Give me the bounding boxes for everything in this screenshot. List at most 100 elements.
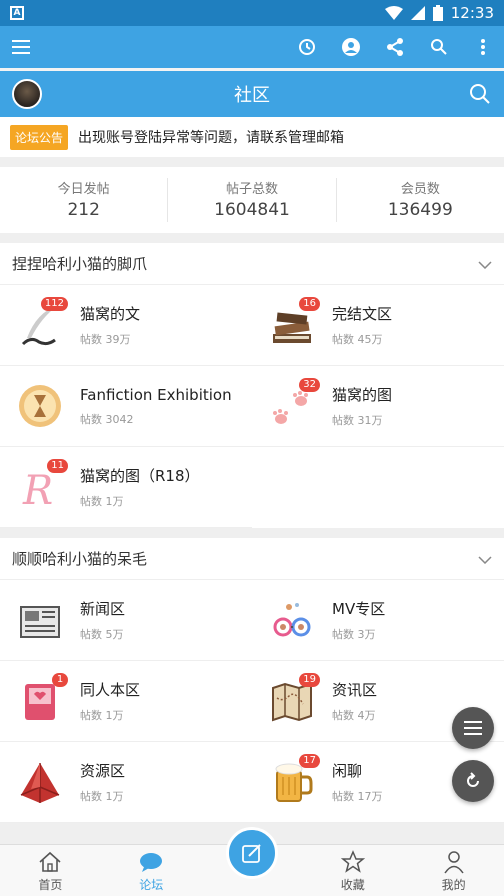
nav-label: 我的	[441, 878, 466, 892]
unread-badge: 112	[40, 297, 68, 311]
stat-value: 136499	[387, 200, 453, 220]
forum-section: 顺顺哈利小猫的呆毛 新闻区帖数 5万 MV专区帖数 3万 1 同人本区帖数 1万	[0, 538, 504, 823]
battery-icon	[432, 5, 443, 21]
user-icon	[443, 848, 465, 876]
share-icon[interactable]	[384, 36, 406, 58]
unread-badge: 17	[299, 754, 320, 768]
forum-count: 帖数 45万	[332, 333, 383, 346]
unread-badge: 19	[299, 673, 320, 687]
section-header[interactable]: 捏捏哈利小猫的脚爪	[0, 243, 504, 285]
book-heart-icon: 1	[14, 673, 68, 727]
home-icon	[38, 848, 62, 876]
stat-total-posts: 帖子总数 1604841	[168, 178, 337, 222]
search-icon[interactable]	[468, 82, 492, 110]
forum-count: 帖数 4万	[332, 709, 376, 722]
forum-item[interactable]: 32 猫窝的图 帖数 31万	[252, 366, 504, 447]
beer-mug-icon: 17	[266, 754, 320, 808]
forum-name: 同人本区	[80, 681, 141, 699]
avatar[interactable]	[12, 79, 42, 109]
nav-forum[interactable]: 论坛	[101, 845, 202, 896]
forum-count: 帖数 3042	[80, 412, 134, 426]
newspaper-icon	[14, 594, 66, 646]
nav-label: 论坛	[139, 878, 164, 892]
section-header[interactable]: 顺顺哈利小猫的呆毛	[0, 538, 504, 580]
forum-count: 帖数 1万	[80, 495, 124, 508]
forum-count: 帖数 1万	[80, 709, 124, 722]
forum-name: MV专区	[332, 600, 386, 618]
clock: 12:33	[450, 4, 494, 22]
forum-item[interactable]: 资源区帖数 1万	[0, 742, 252, 823]
announcement-text: 出现账号登陆异常等问题，请联系管理邮箱	[78, 130, 345, 146]
stat-label: 会员数	[400, 182, 440, 197]
refresh-fab-button[interactable]	[452, 760, 494, 802]
edit-icon	[242, 844, 261, 863]
wifi-icon	[384, 6, 403, 20]
quill-icon: 112	[14, 297, 68, 351]
forum-item[interactable]: MV专区帖数 3万	[252, 580, 504, 661]
nav-profile[interactable]: 我的	[403, 845, 504, 896]
stat-value: 1604841	[214, 200, 290, 220]
bottom-nav: 首页 论坛 收藏 我的	[0, 827, 504, 896]
page-header: 社区	[0, 71, 504, 117]
status-bar: A 12:33	[0, 0, 504, 26]
forum-count: 帖数 3万	[332, 628, 376, 641]
forum-name: 猫窝的文	[80, 305, 141, 323]
forum-name: 完结文区	[332, 305, 393, 323]
forum-name: 资讯区	[332, 681, 378, 699]
forum-count: 帖数 17万	[332, 790, 383, 803]
menu-fab-button[interactable]	[452, 707, 494, 749]
nav-label: 首页	[38, 878, 63, 892]
forum-count: 帖数 31万	[332, 414, 383, 427]
stat-today-posts: 今日发帖 212	[0, 178, 169, 222]
section-title: 捏捏哈利小猫的脚爪	[12, 255, 148, 273]
forum-item[interactable]: 新闻区帖数 5万	[0, 580, 252, 661]
account-icon[interactable]	[340, 36, 362, 58]
glasses-icon	[266, 594, 318, 646]
nav-label: 收藏	[340, 878, 365, 892]
hourglass-icon	[14, 380, 66, 432]
menu-icon[interactable]	[10, 36, 32, 58]
stat-members: 会员数 136499	[337, 178, 504, 222]
more-vert-icon[interactable]	[472, 36, 494, 58]
stat-value: 212	[67, 200, 100, 220]
forum-count: 帖数 39万	[80, 333, 131, 346]
notification-icon: A	[10, 6, 24, 20]
chevron-down-icon[interactable]	[478, 255, 492, 273]
forum-name: 资源区	[80, 762, 126, 780]
svg-text:R: R	[22, 468, 53, 510]
forum-item[interactable]: Fanfiction Exhibition 帖数 3042	[0, 366, 252, 447]
forum-item[interactable]: 112 猫窝的文帖数 39万	[0, 285, 252, 366]
forum-name: 闲聊	[332, 762, 363, 780]
forum-name: Fanfiction Exhibition	[80, 385, 232, 404]
books-icon: 16	[266, 297, 320, 351]
forum-item[interactable]: R 11 猫窝的图（R18） 帖数 1万	[0, 447, 252, 528]
unread-badge: 11	[47, 459, 68, 473]
forum-item[interactable]: 16 完结文区帖数 45万	[252, 285, 504, 366]
stats-panel: 今日发帖 212 帖子总数 1604841 会员数 136499	[0, 167, 504, 233]
paw-icon: 32	[266, 378, 320, 432]
forum-count: 帖数 5万	[80, 628, 124, 641]
announcement-bar[interactable]: 论坛公告 出现账号登陆异常等问题，请联系管理邮箱	[0, 117, 504, 157]
forum-name: 新闻区	[80, 600, 126, 618]
unread-badge: 1	[52, 673, 68, 687]
compose-button[interactable]	[226, 827, 278, 879]
stat-label: 帖子总数	[225, 182, 278, 197]
forum-section: 捏捏哈利小猫的脚爪 112 猫窝的文帖数 39万 16 完结文区帖数 45万 F…	[0, 243, 504, 528]
stat-label: 今日发帖	[57, 182, 110, 197]
section-title: 顺顺哈利小猫的呆毛	[12, 550, 148, 568]
gem-icon	[14, 756, 66, 808]
nav-favorites[interactable]: 收藏	[302, 845, 403, 896]
announcement-tag: 论坛公告	[10, 124, 69, 150]
chat-bubble-icon	[138, 848, 164, 876]
forum-item[interactable]: 1 同人本区帖数 1万	[0, 661, 252, 742]
signal-icon	[410, 6, 425, 20]
page-title: 社区	[234, 85, 270, 106]
forum-count: 帖数 1万	[80, 790, 124, 803]
search-icon[interactable]	[428, 36, 450, 58]
chevron-down-icon[interactable]	[478, 550, 492, 568]
top-toolbar	[0, 26, 504, 68]
nav-home[interactable]: 首页	[0, 845, 101, 896]
forum-name: 猫窝的图（R18）	[80, 467, 200, 485]
map-icon: 19	[266, 673, 320, 727]
history-icon[interactable]	[296, 36, 318, 58]
